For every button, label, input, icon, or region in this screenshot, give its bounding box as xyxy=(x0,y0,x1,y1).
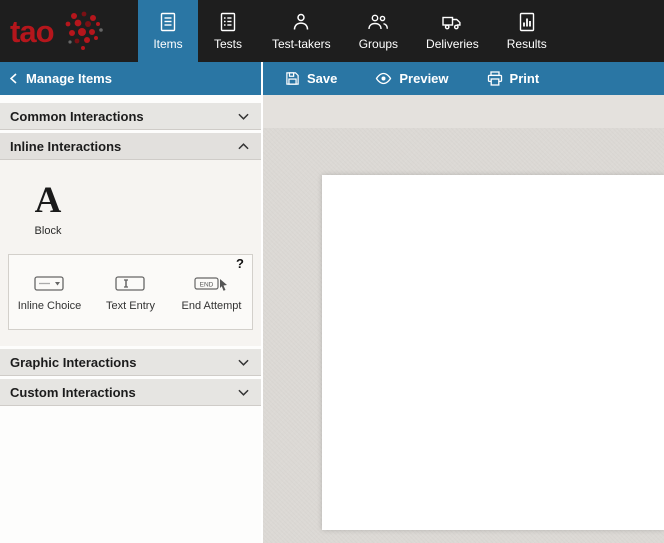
inline-choice-icon xyxy=(10,273,90,295)
inline-interactions-panel: A Block ? Inline Choice xyxy=(0,160,261,346)
section-label: Custom Interactions xyxy=(10,385,136,400)
nav-item-deliveries[interactable]: Deliveries xyxy=(412,0,493,62)
inline-tools-group: ? Inline Choice xyxy=(8,254,253,330)
interactions-sidebar: Common Interactions Inline Interactions … xyxy=(0,95,261,543)
save-button[interactable]: Save xyxy=(285,71,337,86)
save-label: Save xyxy=(307,71,337,86)
section-label: Graphic Interactions xyxy=(10,355,136,370)
chevron-down-icon xyxy=(238,359,249,366)
main-nav: Items Tests xyxy=(138,0,561,62)
preview-label: Preview xyxy=(399,71,448,86)
back-label: Manage Items xyxy=(26,71,112,86)
help-question-mark[interactable]: ? xyxy=(236,256,244,271)
nav-item-tests[interactable]: Tests xyxy=(198,0,258,62)
tao-logo-dots-icon xyxy=(56,8,108,54)
nav-item-label: Items xyxy=(153,37,182,51)
nav-item-groups[interactable]: Groups xyxy=(345,0,412,62)
results-icon xyxy=(517,12,537,32)
section-label: Inline Interactions xyxy=(10,139,121,154)
section-common-interactions[interactable]: Common Interactions xyxy=(0,103,261,130)
item-canvas[interactable] xyxy=(322,175,664,530)
print-icon xyxy=(487,71,503,86)
section-custom-interactions[interactable]: Custom Interactions xyxy=(0,379,261,406)
item-authoring-area xyxy=(263,95,664,543)
chevron-up-icon xyxy=(238,143,249,150)
item-toolbar: Save Preview Print xyxy=(263,62,664,95)
inline-choice-tool[interactable]: Inline Choice xyxy=(10,273,90,312)
print-label: Print xyxy=(510,71,540,86)
preview-button[interactable]: Preview xyxy=(375,71,448,86)
nav-item-label: Groups xyxy=(359,37,398,51)
print-button[interactable]: Print xyxy=(487,71,540,86)
block-interaction-tool[interactable]: A Block xyxy=(20,182,76,237)
nav-item-results[interactable]: Results xyxy=(493,0,561,62)
block-label: Block xyxy=(20,225,76,237)
nav-item-label: Results xyxy=(507,37,547,51)
tests-icon xyxy=(218,12,238,32)
text-entry-tool[interactable]: Text Entry xyxy=(91,273,171,312)
test-takers-icon xyxy=(291,12,311,32)
nav-item-test-takers[interactable]: Test-takers xyxy=(258,0,345,62)
block-a-icon: A xyxy=(20,182,76,219)
text-entry-label: Text Entry xyxy=(91,300,171,312)
end-attempt-icon: END xyxy=(172,273,252,295)
end-attempt-label: End Attempt xyxy=(172,300,252,312)
nav-item-items[interactable]: Items xyxy=(138,0,198,62)
section-label: Common Interactions xyxy=(10,109,144,124)
nav-item-label: Test-takers xyxy=(272,37,331,51)
nav-item-label: Tests xyxy=(214,37,242,51)
text-entry-icon xyxy=(91,273,171,295)
deliveries-icon xyxy=(441,12,463,32)
section-graphic-interactions[interactable]: Graphic Interactions xyxy=(0,349,261,376)
items-icon xyxy=(158,12,178,32)
top-navigation-bar: tao xyxy=(0,0,664,62)
chevron-left-icon xyxy=(10,73,17,84)
inline-choice-label: Inline Choice xyxy=(10,300,90,312)
svg-text:END: END xyxy=(199,281,213,288)
item-authoring-top-strip xyxy=(263,95,664,128)
groups-icon xyxy=(367,12,389,32)
save-icon xyxy=(285,71,300,86)
tao-logo[interactable]: tao xyxy=(10,8,108,54)
manage-items-back-button[interactable]: Manage Items xyxy=(0,62,261,95)
tao-logo-text: tao xyxy=(10,16,54,47)
preview-eye-icon xyxy=(375,72,392,85)
section-inline-interactions[interactable]: Inline Interactions xyxy=(0,133,261,160)
chevron-down-icon xyxy=(238,113,249,120)
end-attempt-tool[interactable]: END End Attempt xyxy=(172,273,252,312)
chevron-down-icon xyxy=(238,389,249,396)
nav-item-label: Deliveries xyxy=(426,37,479,51)
